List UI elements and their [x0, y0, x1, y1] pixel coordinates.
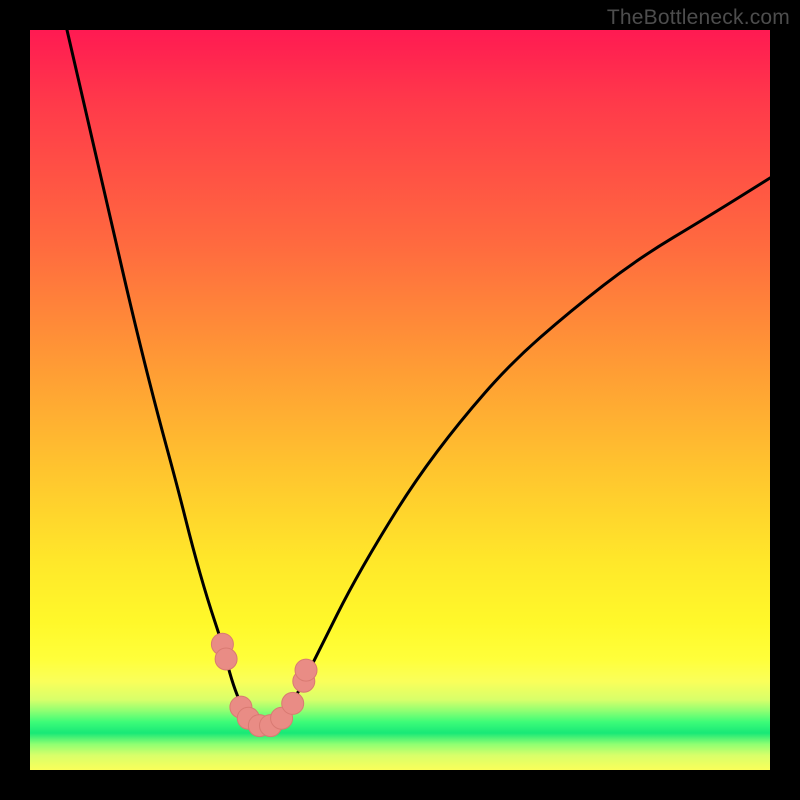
- curve-marker: [211, 633, 233, 655]
- curve-marker: [215, 648, 237, 670]
- bottleneck-curve: [67, 30, 770, 733]
- curve-marker: [282, 692, 304, 714]
- curve-marker: [295, 659, 317, 681]
- curve-marker: [230, 696, 252, 718]
- marker-group: [211, 633, 317, 736]
- watermark-text: TheBottleneck.com: [607, 6, 790, 30]
- curve-marker: [260, 715, 282, 737]
- chart-frame: TheBottleneck.com: [0, 0, 800, 800]
- curve-layer: [30, 30, 770, 770]
- curve-marker: [271, 707, 293, 729]
- curve-marker: [237, 707, 259, 729]
- curve-marker: [248, 715, 270, 737]
- curve-marker: [293, 670, 315, 692]
- plot-area: [30, 30, 770, 770]
